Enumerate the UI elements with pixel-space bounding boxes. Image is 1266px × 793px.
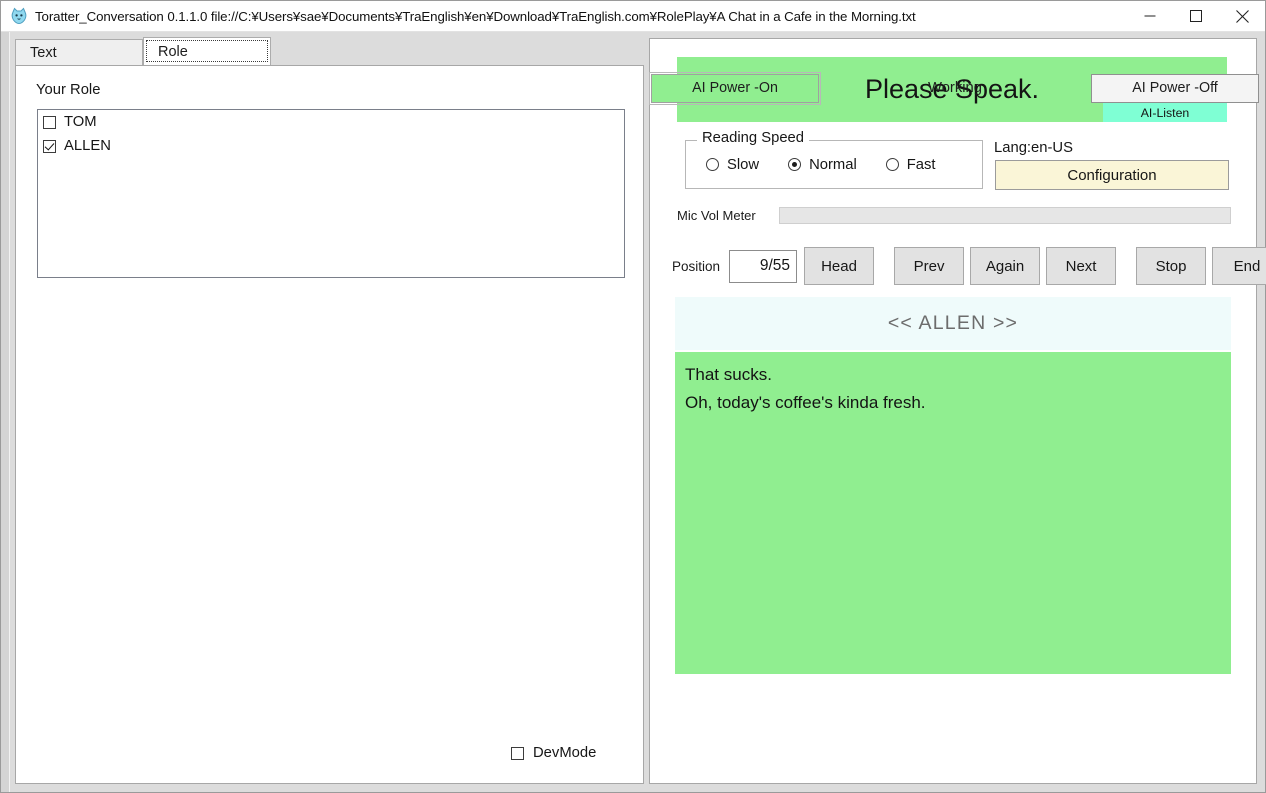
your-role-label: Your Role [36,82,101,98]
tab-text-label: Text [30,44,57,61]
list-item[interactable]: ALLEN [38,134,624,158]
radio-fast-label: Fast [906,156,936,173]
devmode-label: DevMode [533,745,597,761]
end-button[interactable]: End [1212,247,1266,285]
checkbox-devmode[interactable] [511,746,524,760]
radio-normal-label: Normal [809,156,857,173]
checkbox-tom[interactable] [43,115,56,129]
again-button[interactable]: Again [970,247,1041,285]
checkbox-allen[interactable] [43,139,56,153]
reading-speed-group: Reading Speed Slow Normal Fast [685,130,983,189]
role-checkbox-list[interactable]: TOM ALLEN [37,109,625,278]
dialogue-line: Oh, today's coffee's kinda fresh. [685,392,926,412]
stop-button[interactable]: Stop [1136,247,1207,285]
cat-face-icon [11,7,27,25]
tab-role-label: Role [158,43,188,60]
position-row: Position 9/55 Head Prev Again Next Stop … [672,247,1266,285]
application-window: Toratter_Conversation 0.1.1.0 file://C:¥… [0,0,1266,793]
radio-slow[interactable]: Slow [706,157,759,173]
maximize-button[interactable] [1173,1,1219,31]
radio-fast-icon[interactable] [885,158,899,171]
language-label: Lang:en-US [994,140,1073,156]
working-status-label: Working [928,80,982,96]
left-pane: Text Role Your Role TOM ALLEN DevMode [10,32,644,792]
radio-normal[interactable]: Normal [788,157,857,173]
window-body: Text Role Your Role TOM ALLEN DevMode Pl… [1,32,1266,792]
position-input[interactable]: 9/55 [729,249,798,283]
title-bar: Toratter_Conversation 0.1.1.0 file://C:¥… [1,1,1265,32]
position-label: Position [672,258,721,274]
maximize-icon [1190,10,1202,22]
ai-listen-badge: AI-Listen [1103,103,1227,122]
list-item[interactable]: TOM [38,110,624,134]
close-icon [1235,9,1249,23]
window-title: Toratter_Conversation 0.1.1.0 file://C:¥… [35,8,916,24]
minimize-icon [1144,15,1156,17]
minimize-button[interactable] [1127,1,1173,31]
tab-strip: Text Role [10,37,644,65]
tab-role[interactable]: Role [143,37,271,65]
configuration-button[interactable]: Configuration [995,160,1229,190]
role-label-allen: ALLEN [64,138,111,154]
left-edge-gutter [1,32,10,792]
ai-power-toolbar: AI Power -On Working AI Power -Off [649,71,1259,105]
mic-volume-row: Mic Vol Meter [677,206,1231,225]
dialogue-text-area[interactable]: That sucks. Oh, today's coffee's kinda f… [675,352,1231,674]
ai-power-off-button[interactable]: AI Power -Off [1091,73,1259,103]
ai-power-on-button[interactable]: AI Power -On [649,71,821,105]
reading-speed-legend: Reading Speed [697,130,810,146]
prev-button[interactable]: Prev [894,247,965,285]
next-button[interactable]: Next [1046,247,1117,285]
right-pane: Please Speak. AI-Listen Reading Speed Sl… [649,38,1266,784]
head-button[interactable]: Head [804,247,875,285]
radio-slow-label: Slow [727,156,760,173]
role-tab-page: Your Role TOM ALLEN DevMode [15,65,644,784]
dialogue-line: That sucks. [685,365,772,384]
radio-fast[interactable]: Fast [885,156,936,173]
tab-text[interactable]: Text [15,39,143,65]
close-button[interactable] [1219,1,1265,31]
reading-speed-options: Slow Normal Fast [686,141,982,188]
radio-normal-icon[interactable] [788,158,802,171]
mic-volume-label: Mic Vol Meter [677,208,756,223]
mic-volume-meter [779,207,1231,224]
role-label-tom: TOM [64,114,97,130]
speaker-header: << ALLEN >> [675,297,1231,350]
radio-slow-icon[interactable] [706,158,719,171]
devmode-checkbox-row[interactable]: DevMode [511,745,596,761]
